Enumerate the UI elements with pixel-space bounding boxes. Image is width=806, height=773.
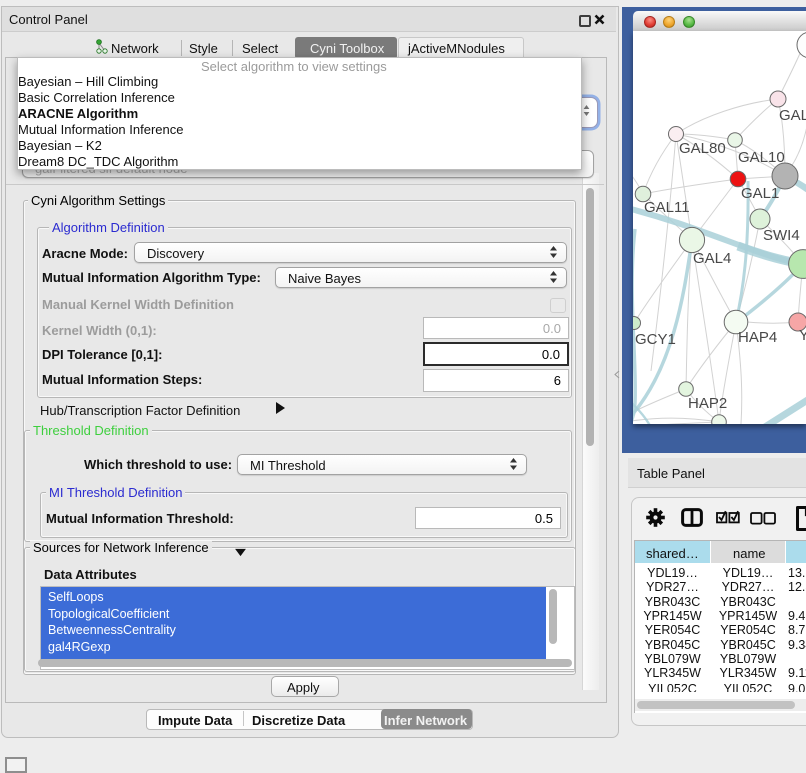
svg-text:GAL2: GAL2 (779, 107, 806, 124)
svg-text:HAP4: HAP4 (738, 329, 777, 346)
svg-text:Y: Y (799, 327, 806, 344)
svg-text:GAL11: GAL11 (644, 199, 690, 216)
svg-text:GAL80: GAL80 (679, 140, 726, 157)
svg-text:GAL1: GAL1 (741, 185, 779, 202)
svg-text:GAL4: GAL4 (693, 250, 731, 267)
svg-text:GCY1: GCY1 (635, 331, 676, 348)
svg-text:HAP2: HAP2 (688, 395, 727, 412)
svg-text:GAL10: GAL10 (738, 149, 785, 166)
svg-text:SWI4: SWI4 (763, 227, 800, 244)
